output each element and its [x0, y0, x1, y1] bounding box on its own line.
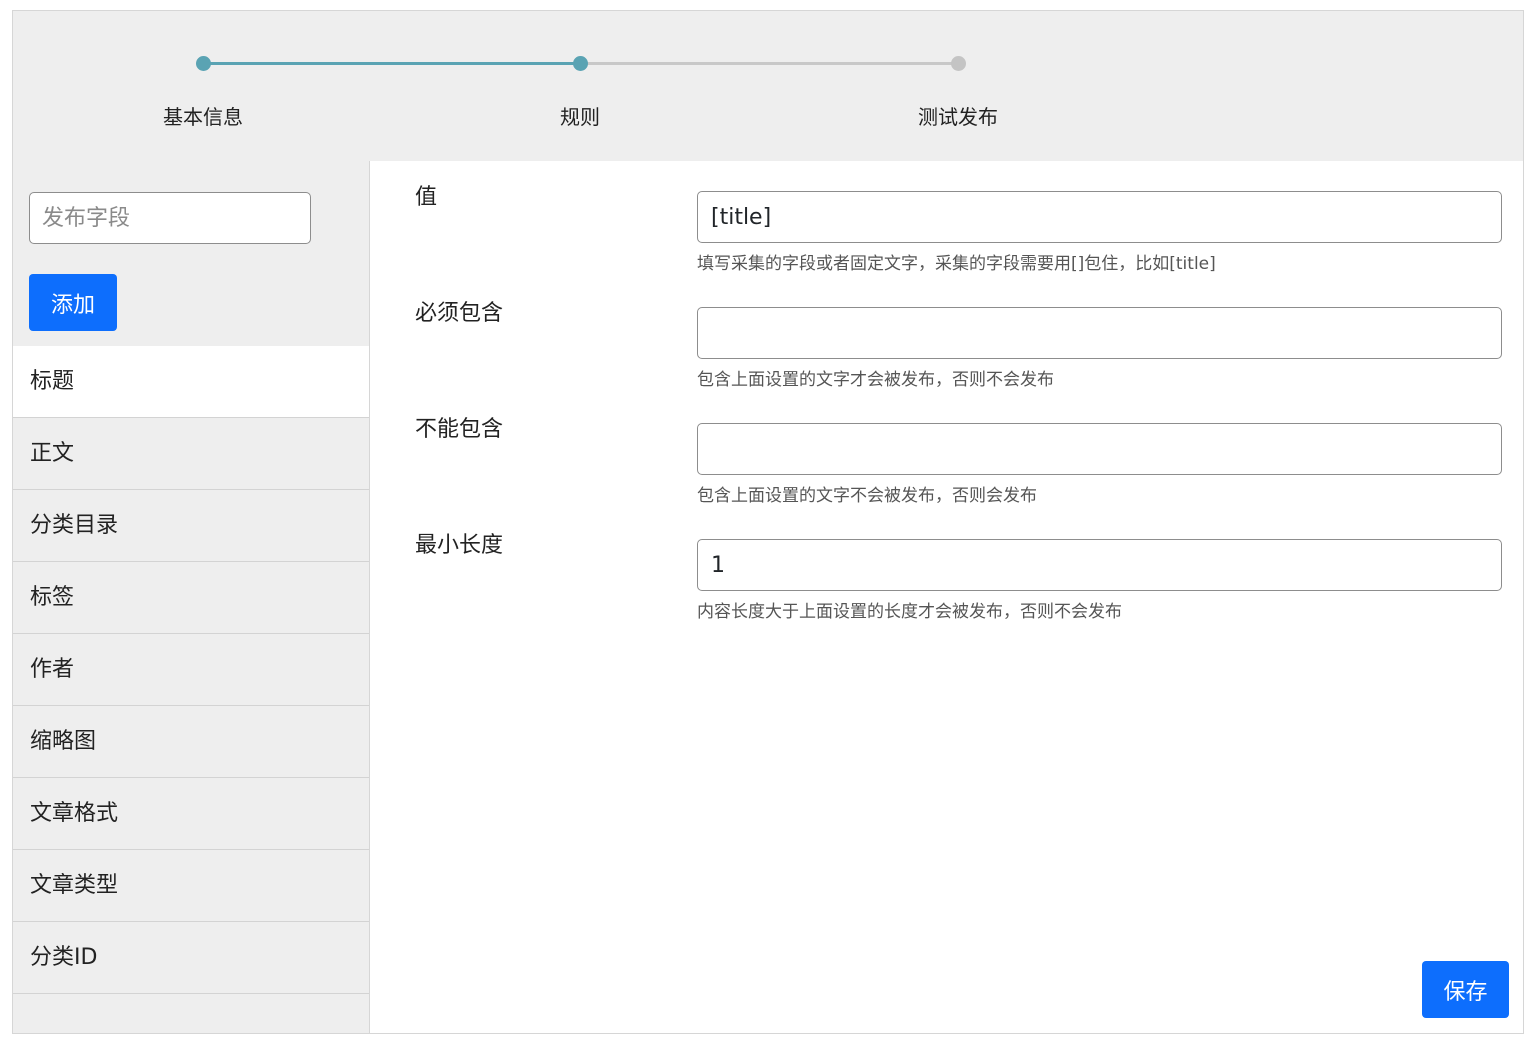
field-item-thumbnail[interactable]: 缩略图: [13, 706, 369, 778]
field-item-author[interactable]: 作者: [13, 634, 369, 706]
save-button[interactable]: 保存: [1422, 961, 1509, 1018]
add-field-button[interactable]: 添加: [29, 274, 117, 331]
field-item-tags[interactable]: 标签: [13, 562, 369, 634]
value-help-text: 填写采集的字段或者固定文字，采集的字段需要用[]包住，比如[title]: [697, 254, 1216, 274]
field-item-category[interactable]: 分类目录: [13, 490, 369, 562]
step-label-test-publish[interactable]: 测试发布: [858, 101, 1058, 130]
must-not-contain-input[interactable]: [697, 423, 1502, 475]
must-contain-label: 必须包含: [415, 301, 504, 326]
field-sidebar: 添加 标题 正文 分类目录 标签 作者 缩略图 文章格式 文章类型 分类ID: [13, 161, 370, 1033]
must-contain-input[interactable]: [697, 307, 1502, 359]
field-list: 标题 正文 分类目录 标签 作者 缩略图 文章格式 文章类型 分类ID: [13, 346, 369, 994]
field-item-category-id[interactable]: 分类ID: [13, 922, 369, 994]
field-item-title[interactable]: 标题: [13, 346, 369, 418]
progress-stepper: 基本信息 规则 测试发布: [13, 11, 1523, 162]
field-item-post-format[interactable]: 文章格式: [13, 778, 369, 850]
field-item-content[interactable]: 正文: [13, 418, 369, 490]
step-dot-test-publish[interactable]: [951, 56, 966, 71]
must-contain-help-text: 包含上面设置的文字才会被发布，否则不会发布: [697, 370, 1054, 390]
field-item-post-type[interactable]: 文章类型: [13, 850, 369, 922]
value-input[interactable]: [697, 191, 1502, 243]
rule-editor-frame: 基本信息 规则 测试发布 添加 标题 正文 分类目录 标签 作者 缩略图 文章格…: [12, 10, 1524, 1034]
step-label-basic-info[interactable]: 基本信息: [103, 101, 303, 130]
stepper-line-pending: [580, 62, 958, 65]
step-dot-rules[interactable]: [573, 56, 588, 71]
rule-form: 值 填写采集的字段或者固定文字，采集的字段需要用[]包住，比如[title] 必…: [370, 161, 1523, 1033]
publish-field-input[interactable]: [29, 192, 311, 244]
min-length-label: 最小长度: [415, 533, 504, 558]
step-dot-basic-info[interactable]: [196, 56, 211, 71]
min-length-input[interactable]: [697, 539, 1502, 591]
value-label: 值: [415, 185, 438, 210]
stepper-line-completed: [203, 62, 580, 65]
step-label-rules[interactable]: 规则: [480, 101, 680, 130]
min-length-help-text: 内容长度大于上面设置的长度才会被发布，否则不会发布: [697, 602, 1122, 622]
must-not-contain-help-text: 包含上面设置的文字不会被发布，否则会发布: [697, 486, 1037, 506]
must-not-contain-label: 不能包含: [415, 417, 504, 442]
